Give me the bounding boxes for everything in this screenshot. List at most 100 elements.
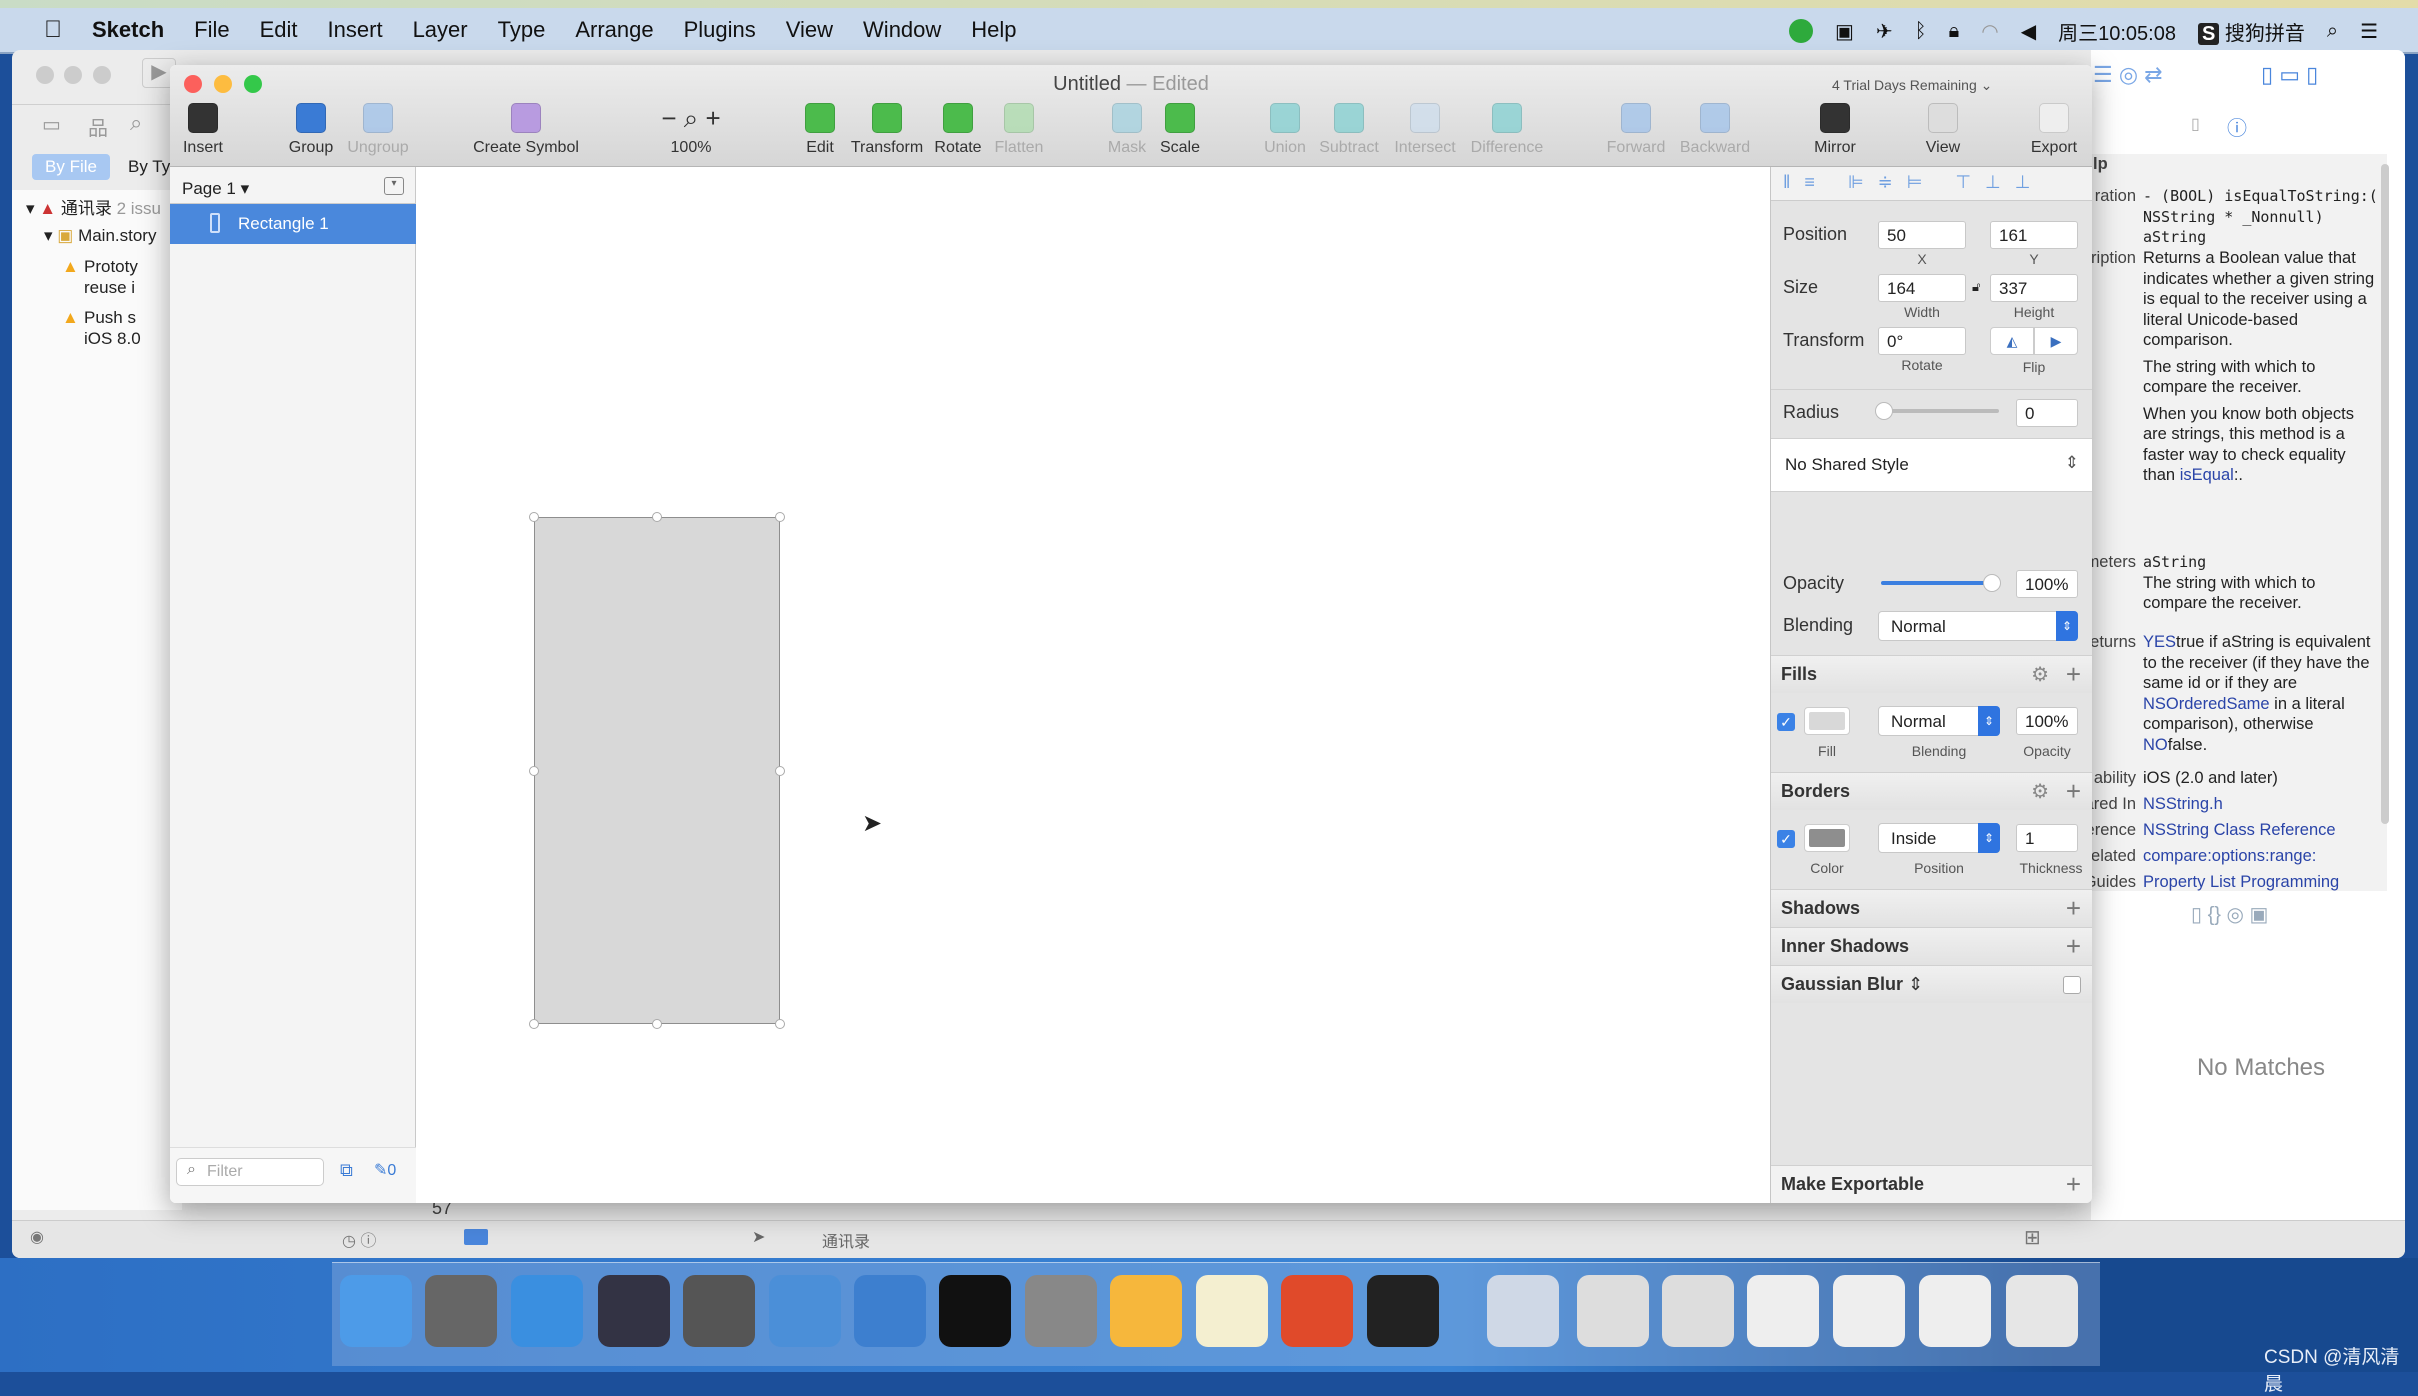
- declared-in-link[interactable]: NSString.h: [2143, 794, 2381, 815]
- menu-edit[interactable]: Edit: [260, 17, 298, 43]
- clock-icon[interactable]: ◷ ⓘ: [342, 1227, 376, 1251]
- bluetooth-icon[interactable]: ᛒ: [1915, 20, 1927, 43]
- navigator-toggle-icon[interactable]: ▯ ▭ ▯: [2261, 62, 2318, 88]
- toolbar-insert-button[interactable]: Insert: [170, 103, 258, 157]
- finder-icon[interactable]: [340, 1275, 413, 1347]
- edit-count[interactable]: ✎0: [374, 1160, 396, 1180]
- guides-link[interactable]: Property List Programming: [2143, 872, 2381, 893]
- toolbar-export-button[interactable]: Export: [1999, 103, 2092, 157]
- border-color-well[interactable]: [1804, 824, 1850, 852]
- system-preferences-icon[interactable]: [1024, 1275, 1097, 1347]
- zoom-button[interactable]: [93, 66, 111, 84]
- powerpoint-icon[interactable]: [1280, 1275, 1353, 1347]
- hierarchy-icon[interactable]: 品: [88, 112, 108, 141]
- fill-opacity-field[interactable]: 100%: [2016, 707, 2078, 735]
- fill-color-well[interactable]: [1804, 707, 1850, 735]
- toolbar-create-symbol-button[interactable]: Create Symbol: [471, 103, 581, 157]
- opacity-field[interactable]: 100%: [2016, 570, 2078, 598]
- keynote-movie-icon[interactable]: [682, 1275, 755, 1347]
- screen-record-icon[interactable]: ▣: [1835, 19, 1854, 44]
- menu-file[interactable]: File: [194, 17, 229, 43]
- toolbar-flatten-button[interactable]: Flatten: [964, 103, 1074, 157]
- grid-icon[interactable]: ⊞: [2024, 1225, 2041, 1250]
- blur-checkbox[interactable]: [2063, 976, 2081, 994]
- minimize-button[interactable]: [64, 66, 82, 84]
- menu-window[interactable]: Window: [863, 17, 941, 43]
- by-type-tab[interactable]: By Ty: [128, 157, 170, 177]
- position-y-field[interactable]: 161: [1990, 221, 2078, 249]
- quicktime-icon[interactable]: [1487, 1275, 1560, 1347]
- resize-handle[interactable]: [652, 1019, 662, 1029]
- lock-icon[interactable]: 🔒︎: [1949, 20, 1960, 43]
- menu-layer[interactable]: Layer: [413, 17, 468, 43]
- toolbar-scale-button[interactable]: Scale: [1125, 103, 1235, 157]
- radius-slider[interactable]: [1875, 402, 1999, 420]
- apple-icon[interactable]: : [44, 16, 62, 44]
- fill-blending-select[interactable]: Normal ⇕: [1878, 706, 2000, 736]
- isequal-link[interactable]: isEqual: [2180, 466, 2234, 484]
- add-export-button[interactable]: +: [2066, 1169, 2081, 1200]
- launchpad-icon[interactable]: [425, 1275, 498, 1347]
- resize-handle[interactable]: [775, 1019, 785, 1029]
- scrollbar[interactable]: [2381, 164, 2389, 824]
- radius-field[interactable]: 0: [2016, 399, 2078, 427]
- opacity-slider[interactable]: [1881, 574, 2001, 592]
- related-link[interactable]: compare:options:range:: [2143, 846, 2381, 867]
- tree-item-project[interactable]: ▾ ▲ 通讯录 2 issu: [26, 194, 161, 219]
- by-file-tab[interactable]: By File: [32, 154, 110, 180]
- search-icon[interactable]: ⌕: [130, 110, 142, 136]
- console-icon[interactable]: [1367, 1275, 1440, 1347]
- mouse-icon[interactable]: [597, 1275, 670, 1347]
- flip-vertical-button[interactable]: ▶: [2034, 327, 2078, 355]
- fill-checkbox[interactable]: ✓: [1777, 713, 1795, 731]
- height-field[interactable]: 337: [1990, 274, 2078, 302]
- resize-handle[interactable]: [775, 512, 785, 522]
- menu-type[interactable]: Type: [498, 17, 546, 43]
- toolbar-mirror-button[interactable]: Mirror: [1780, 103, 1890, 157]
- resize-handle[interactable]: [529, 765, 539, 776]
- symbols-icon[interactable]: ⧉: [340, 1160, 353, 1181]
- toolbar-view-button[interactable]: View: [1888, 103, 1998, 157]
- flip-horizontal-button[interactable]: ◭: [1990, 327, 2034, 355]
- menu-plugins[interactable]: Plugins: [684, 17, 756, 43]
- collapse-pages-icon[interactable]: ▾: [384, 177, 404, 195]
- add-fill-button[interactable]: +: [2066, 659, 2081, 690]
- trash-icon[interactable]: [2005, 1275, 2078, 1347]
- blending-select[interactable]: Normal ⇕: [1878, 611, 2078, 641]
- window-thumbnail-icon[interactable]: [1832, 1275, 1905, 1347]
- window-thumbnail-icon[interactable]: [1661, 1275, 1734, 1347]
- notes-icon[interactable]: [1196, 1275, 1269, 1347]
- canvas[interactable]: ➤: [416, 167, 1770, 1203]
- tree-item-warning[interactable]: ▲ Push s iOS 8.0: [62, 307, 141, 349]
- resize-handle[interactable]: [775, 765, 785, 776]
- wifi-icon[interactable]: ◠: [1981, 19, 1998, 44]
- width-field[interactable]: 164: [1878, 274, 1966, 302]
- airplane-icon[interactable]: ✈: [1876, 19, 1893, 44]
- scheme-label[interactable]: 通讯录: [822, 1228, 870, 1252]
- gear-icon[interactable]: ⚙: [2031, 662, 2049, 687]
- menu-help[interactable]: Help: [971, 17, 1016, 43]
- toolbar-backward-button[interactable]: Backward: [1660, 103, 1770, 157]
- instruments-icon[interactable]: [853, 1275, 926, 1347]
- toolbar-difference-button[interactable]: Difference: [1452, 103, 1562, 157]
- breakpoint-icon[interactable]: [464, 1229, 488, 1245]
- rotate-field[interactable]: 0°: [1878, 327, 1966, 355]
- file-inspector-icon[interactable]: ▯: [2191, 114, 2200, 134]
- gear-icon[interactable]: ⚙: [2031, 779, 2049, 804]
- menu-view[interactable]: View: [786, 17, 833, 43]
- page-selector[interactable]: Page 1 ▾: [182, 179, 249, 199]
- notification-center-icon[interactable]: ☰: [2360, 19, 2378, 44]
- menu-sketch[interactable]: Sketch: [92, 17, 164, 43]
- xcode-icon[interactable]: [768, 1275, 841, 1347]
- tree-item-warning[interactable]: ▲ Prototy reuse i: [62, 256, 138, 298]
- resize-handle[interactable]: [529, 512, 539, 522]
- rectangle-shape[interactable]: [534, 517, 780, 1024]
- lock-ratio-icon[interactable]: 🔓︎: [1972, 279, 1980, 295]
- clock[interactable]: 周三10:05:08: [2058, 17, 2176, 46]
- close-button[interactable]: [36, 66, 54, 84]
- add-shadow-button[interactable]: +: [2066, 893, 2081, 924]
- sketch-icon[interactable]: [1109, 1275, 1182, 1347]
- spotlight-icon[interactable]: ⌕: [2327, 20, 2338, 43]
- border-checkbox[interactable]: ✓: [1777, 830, 1795, 848]
- safari-icon[interactable]: [511, 1275, 584, 1347]
